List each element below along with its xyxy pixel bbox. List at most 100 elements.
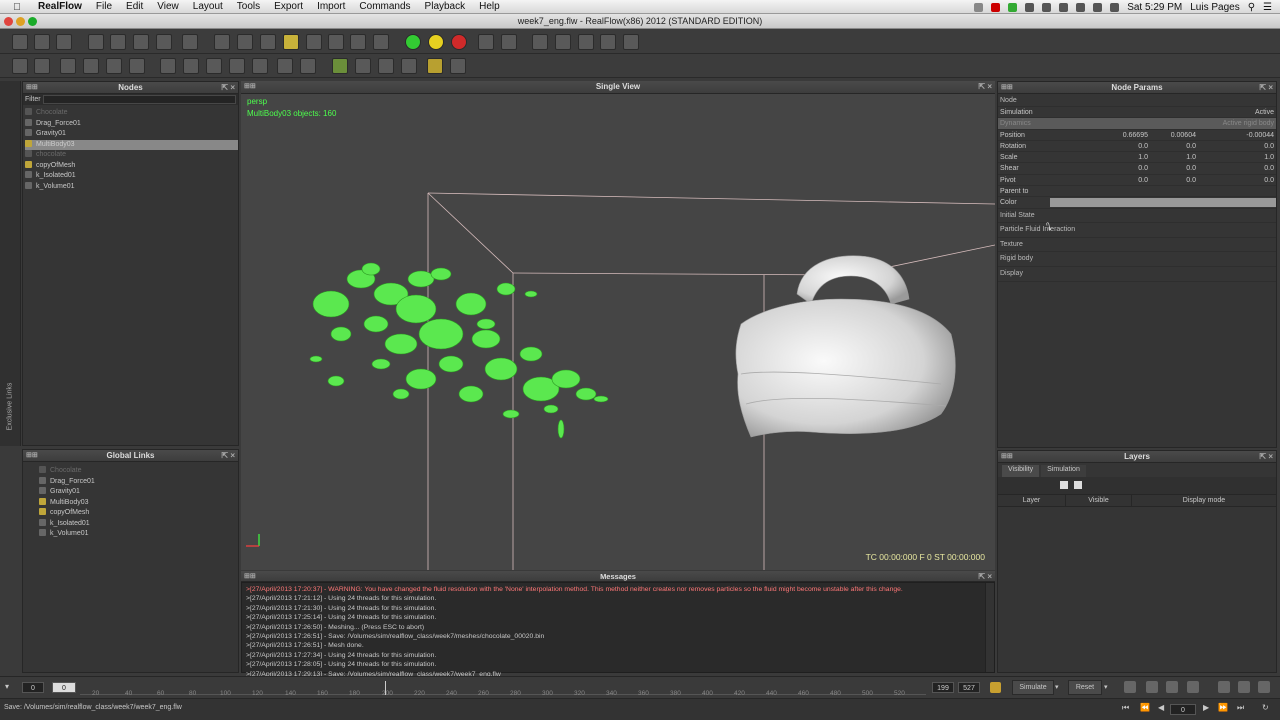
param-z[interactable]: 0.0 bbox=[1264, 141, 1274, 152]
graph-editor-icon[interactable] bbox=[1258, 681, 1270, 693]
link-item-multibody[interactable]: MultiBody03 bbox=[39, 497, 238, 509]
notification-icon[interactable]: ☰ bbox=[1263, 2, 1272, 13]
param-y[interactable]: 0.0 bbox=[1186, 163, 1196, 174]
param-z[interactable]: -0.00044 bbox=[1246, 130, 1274, 141]
panel-close-icon[interactable]: ⇱ × bbox=[1259, 451, 1273, 463]
link-item-gravity[interactable]: Gravity01 bbox=[39, 487, 238, 498]
panel-menu-icon[interactable]: ⊞⊞ bbox=[26, 450, 38, 462]
loop-icon[interactable]: ↻ bbox=[1262, 703, 1269, 712]
tab-simulation[interactable]: Simulation bbox=[1041, 465, 1086, 477]
menu-tools[interactable]: Tools bbox=[237, 1, 260, 12]
export-toggle-icon[interactable] bbox=[1146, 681, 1158, 693]
panel-close-icon[interactable]: ⇱ × bbox=[221, 450, 235, 462]
reset-button[interactable]: Reset bbox=[1068, 680, 1102, 695]
close-window-icon[interactable] bbox=[4, 17, 13, 26]
param-y[interactable]: 0.0 bbox=[1186, 141, 1196, 152]
play-green-icon[interactable] bbox=[405, 34, 421, 50]
section-display[interactable]: Display bbox=[998, 267, 1276, 282]
script-icon[interactable] bbox=[578, 34, 594, 50]
distribute-icon[interactable] bbox=[229, 58, 245, 74]
tree-item-copyofmesh[interactable]: copyOfMesh bbox=[25, 160, 238, 172]
panel-close-icon[interactable]: ⇱ × bbox=[221, 82, 235, 94]
export-icon[interactable] bbox=[478, 34, 494, 50]
spotlight-icon[interactable]: ⚲ bbox=[1248, 2, 1255, 13]
param-parent-to[interactable]: Parent to bbox=[998, 186, 1276, 198]
section-rigid-body[interactable]: Rigid body bbox=[998, 252, 1276, 268]
range-start-field[interactable]: 199 bbox=[932, 682, 954, 693]
col-visible[interactable]: Visible bbox=[1066, 495, 1132, 506]
settings-icon[interactable] bbox=[532, 34, 548, 50]
user-name[interactable]: Luis Pages bbox=[1190, 2, 1239, 13]
param-color[interactable]: Color bbox=[998, 197, 1276, 209]
emitter-icon[interactable] bbox=[182, 34, 198, 50]
panel-menu-icon[interactable]: ⊞⊞ bbox=[26, 82, 38, 94]
section-initial-state[interactable]: Initial State bbox=[998, 209, 1276, 224]
exclusive-links-sidebar[interactable]: Exclusive Links bbox=[0, 81, 21, 446]
panel-close-icon[interactable]: ⇱ × bbox=[978, 81, 992, 93]
param-scale[interactable]: Scale 1.0 1.0 1.0 bbox=[998, 152, 1276, 164]
param-y[interactable]: 0.0 bbox=[1186, 175, 1196, 186]
link-toggle-icon[interactable] bbox=[1166, 681, 1178, 693]
range-end-field[interactable]: 527 bbox=[958, 682, 980, 693]
menu-help[interactable]: Help bbox=[479, 1, 500, 12]
col-layer[interactable]: Layer bbox=[998, 495, 1066, 506]
param-rotation[interactable]: Rotation 0.0 0.0 0.0 bbox=[998, 141, 1276, 153]
camera-icon[interactable] bbox=[328, 34, 344, 50]
tree-item-gravity[interactable]: Gravity01 bbox=[25, 129, 238, 140]
tree-item-chocolate[interactable]: Chocolate bbox=[25, 108, 238, 119]
panel-menu-icon[interactable]: ⊞⊞ bbox=[244, 571, 256, 582]
section-texture[interactable]: Texture bbox=[998, 238, 1276, 253]
cube-icon[interactable] bbox=[283, 34, 299, 50]
param-z[interactable]: 1.0 bbox=[1264, 152, 1274, 163]
node-tab[interactable]: Node bbox=[998, 94, 1276, 107]
param-z[interactable]: 0.0 bbox=[1264, 163, 1274, 174]
menu-layout[interactable]: Layout bbox=[193, 1, 223, 12]
new-scene-icon[interactable] bbox=[12, 34, 28, 50]
render-icon[interactable] bbox=[600, 34, 616, 50]
select-icon[interactable] bbox=[88, 34, 104, 50]
step-back-icon[interactable]: ⏪ bbox=[1140, 703, 1150, 712]
panel-menu-icon[interactable]: ⊞⊞ bbox=[244, 81, 256, 93]
tray-icon-3[interactable] bbox=[1008, 2, 1018, 12]
menu-edit[interactable]: Edit bbox=[126, 1, 143, 12]
camera-label[interactable]: persp bbox=[247, 96, 336, 108]
param-z[interactable]: 0.0 bbox=[1264, 175, 1274, 186]
param-x[interactable]: 1.0 bbox=[1138, 152, 1148, 163]
apple-icon[interactable]:  bbox=[10, 2, 24, 13]
reset-dropdown-icon[interactable]: ▾ bbox=[1104, 680, 1113, 695]
go-end-icon[interactable]: ⏭ bbox=[1237, 703, 1244, 713]
view-top-icon[interactable] bbox=[12, 58, 28, 74]
menu-view[interactable]: View bbox=[157, 1, 179, 12]
save-scene-icon[interactable] bbox=[56, 34, 72, 50]
tray-icon-2[interactable] bbox=[991, 2, 1001, 12]
start-frame-field[interactable]: 0 bbox=[22, 682, 44, 693]
tree-item-chocolate-mesh[interactable]: chocolate bbox=[25, 150, 238, 161]
panel-menu-icon[interactable]: ⊞⊞ bbox=[1001, 82, 1013, 94]
frame-all-icon[interactable] bbox=[106, 58, 122, 74]
param-x[interactable]: 0.0 bbox=[1138, 163, 1148, 174]
light-icon[interactable] bbox=[427, 58, 443, 74]
mesh-icon[interactable] bbox=[260, 34, 276, 50]
link-item-chocolate[interactable]: Chocolate bbox=[39, 466, 238, 477]
param-shear[interactable]: Shear 0.0 0.0 0.0 bbox=[998, 163, 1276, 175]
link-item-k-volume[interactable]: k_Volume01 bbox=[39, 529, 238, 540]
scene-tree-icon[interactable] bbox=[555, 34, 571, 50]
link-item-copyofmesh[interactable]: copyOfMesh bbox=[39, 508, 238, 519]
tree-item-k-volume[interactable]: k_Volume01 bbox=[25, 181, 238, 193]
frame-field[interactable]: 0 bbox=[1170, 704, 1196, 715]
open-scene-icon[interactable] bbox=[34, 34, 50, 50]
timeline-lock-icon[interactable] bbox=[990, 682, 1001, 693]
measure-icon[interactable] bbox=[450, 58, 466, 74]
panel-menu-icon[interactable]: ⊞⊞ bbox=[1001, 451, 1013, 463]
cache-toggle-icon[interactable] bbox=[1124, 681, 1136, 693]
pause-yellow-icon[interactable] bbox=[428, 34, 444, 50]
3d-viewport[interactable]: persp MultiBody03 objects: 160 TC 00:00:… bbox=[241, 94, 995, 570]
frame-selected-icon[interactable] bbox=[129, 58, 145, 74]
link-icon[interactable] bbox=[277, 58, 293, 74]
step-forward-icon[interactable]: ⏩ bbox=[1218, 703, 1228, 712]
minimize-window-icon[interactable] bbox=[16, 17, 25, 26]
align-center-icon[interactable] bbox=[183, 58, 199, 74]
timemachine-icon[interactable] bbox=[1059, 2, 1069, 12]
clock[interactable]: Sat 5:29 PM bbox=[1127, 2, 1182, 13]
unlink-icon[interactable] bbox=[300, 58, 316, 74]
